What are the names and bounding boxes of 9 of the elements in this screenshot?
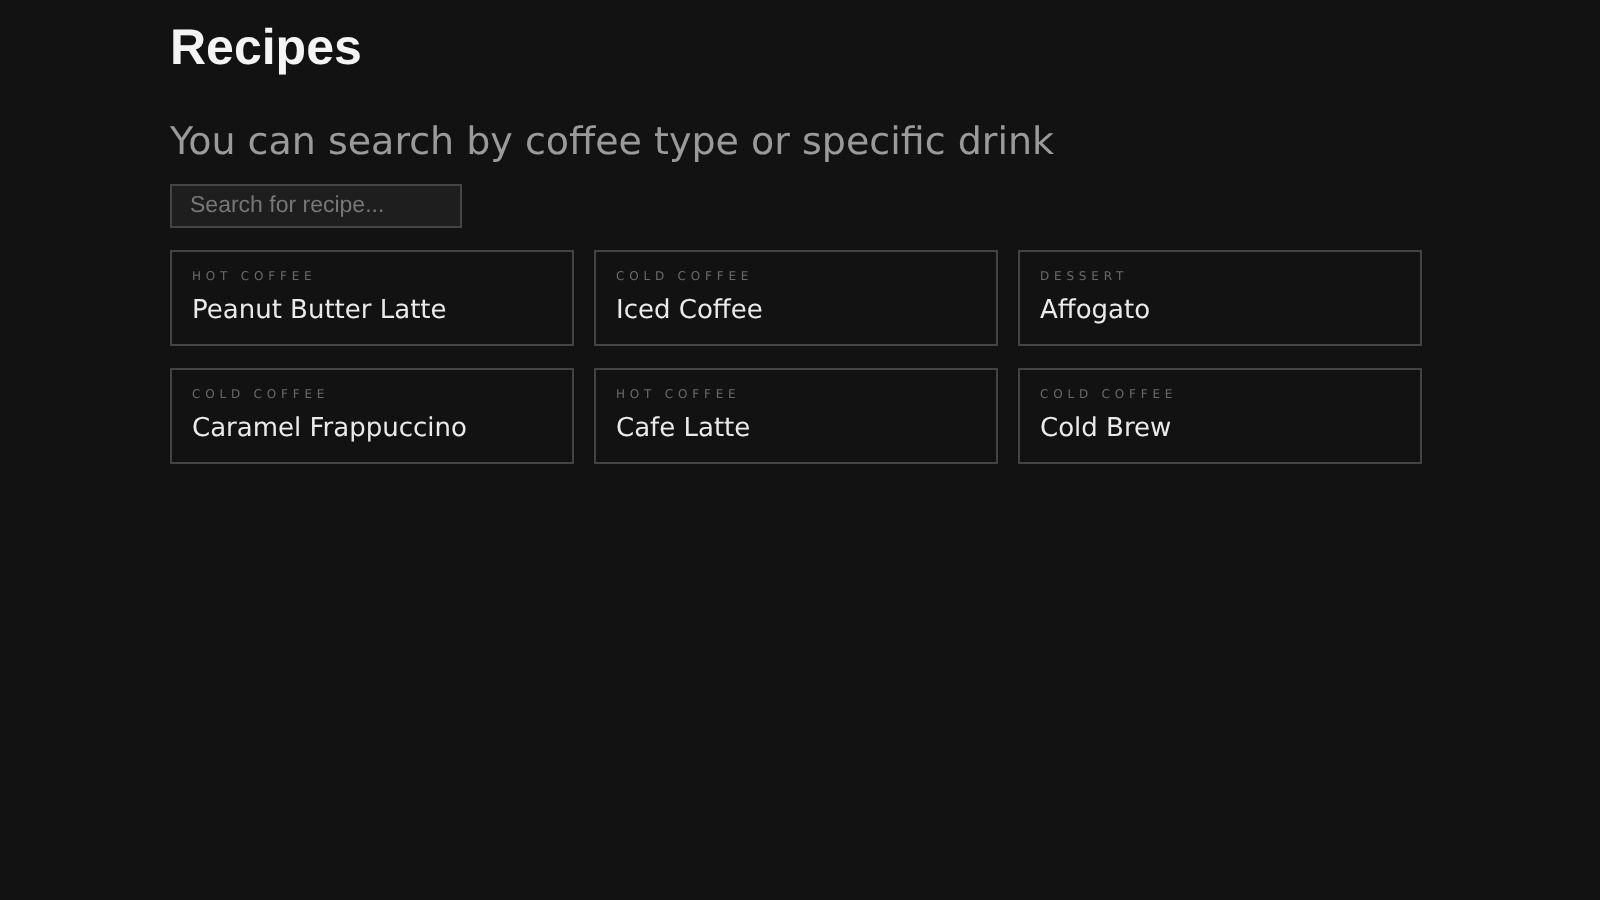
recipe-name: Iced Coffee	[616, 296, 765, 328]
search-field[interactable]: Search for recipe...	[170, 184, 462, 228]
recipe-name: Caramel Frappuccino	[192, 414, 469, 446]
recipe-name: Peanut Butter Latte	[192, 296, 449, 328]
recipe-name: Cafe Latte	[616, 414, 753, 446]
page-title: Recipes	[170, 18, 364, 78]
recipe-name: Cold Brew	[1040, 414, 1174, 446]
page-subtitle: You can search by coffee type or specific drink	[170, 118, 1057, 166]
recipe-name: Affogato	[1040, 296, 1153, 328]
